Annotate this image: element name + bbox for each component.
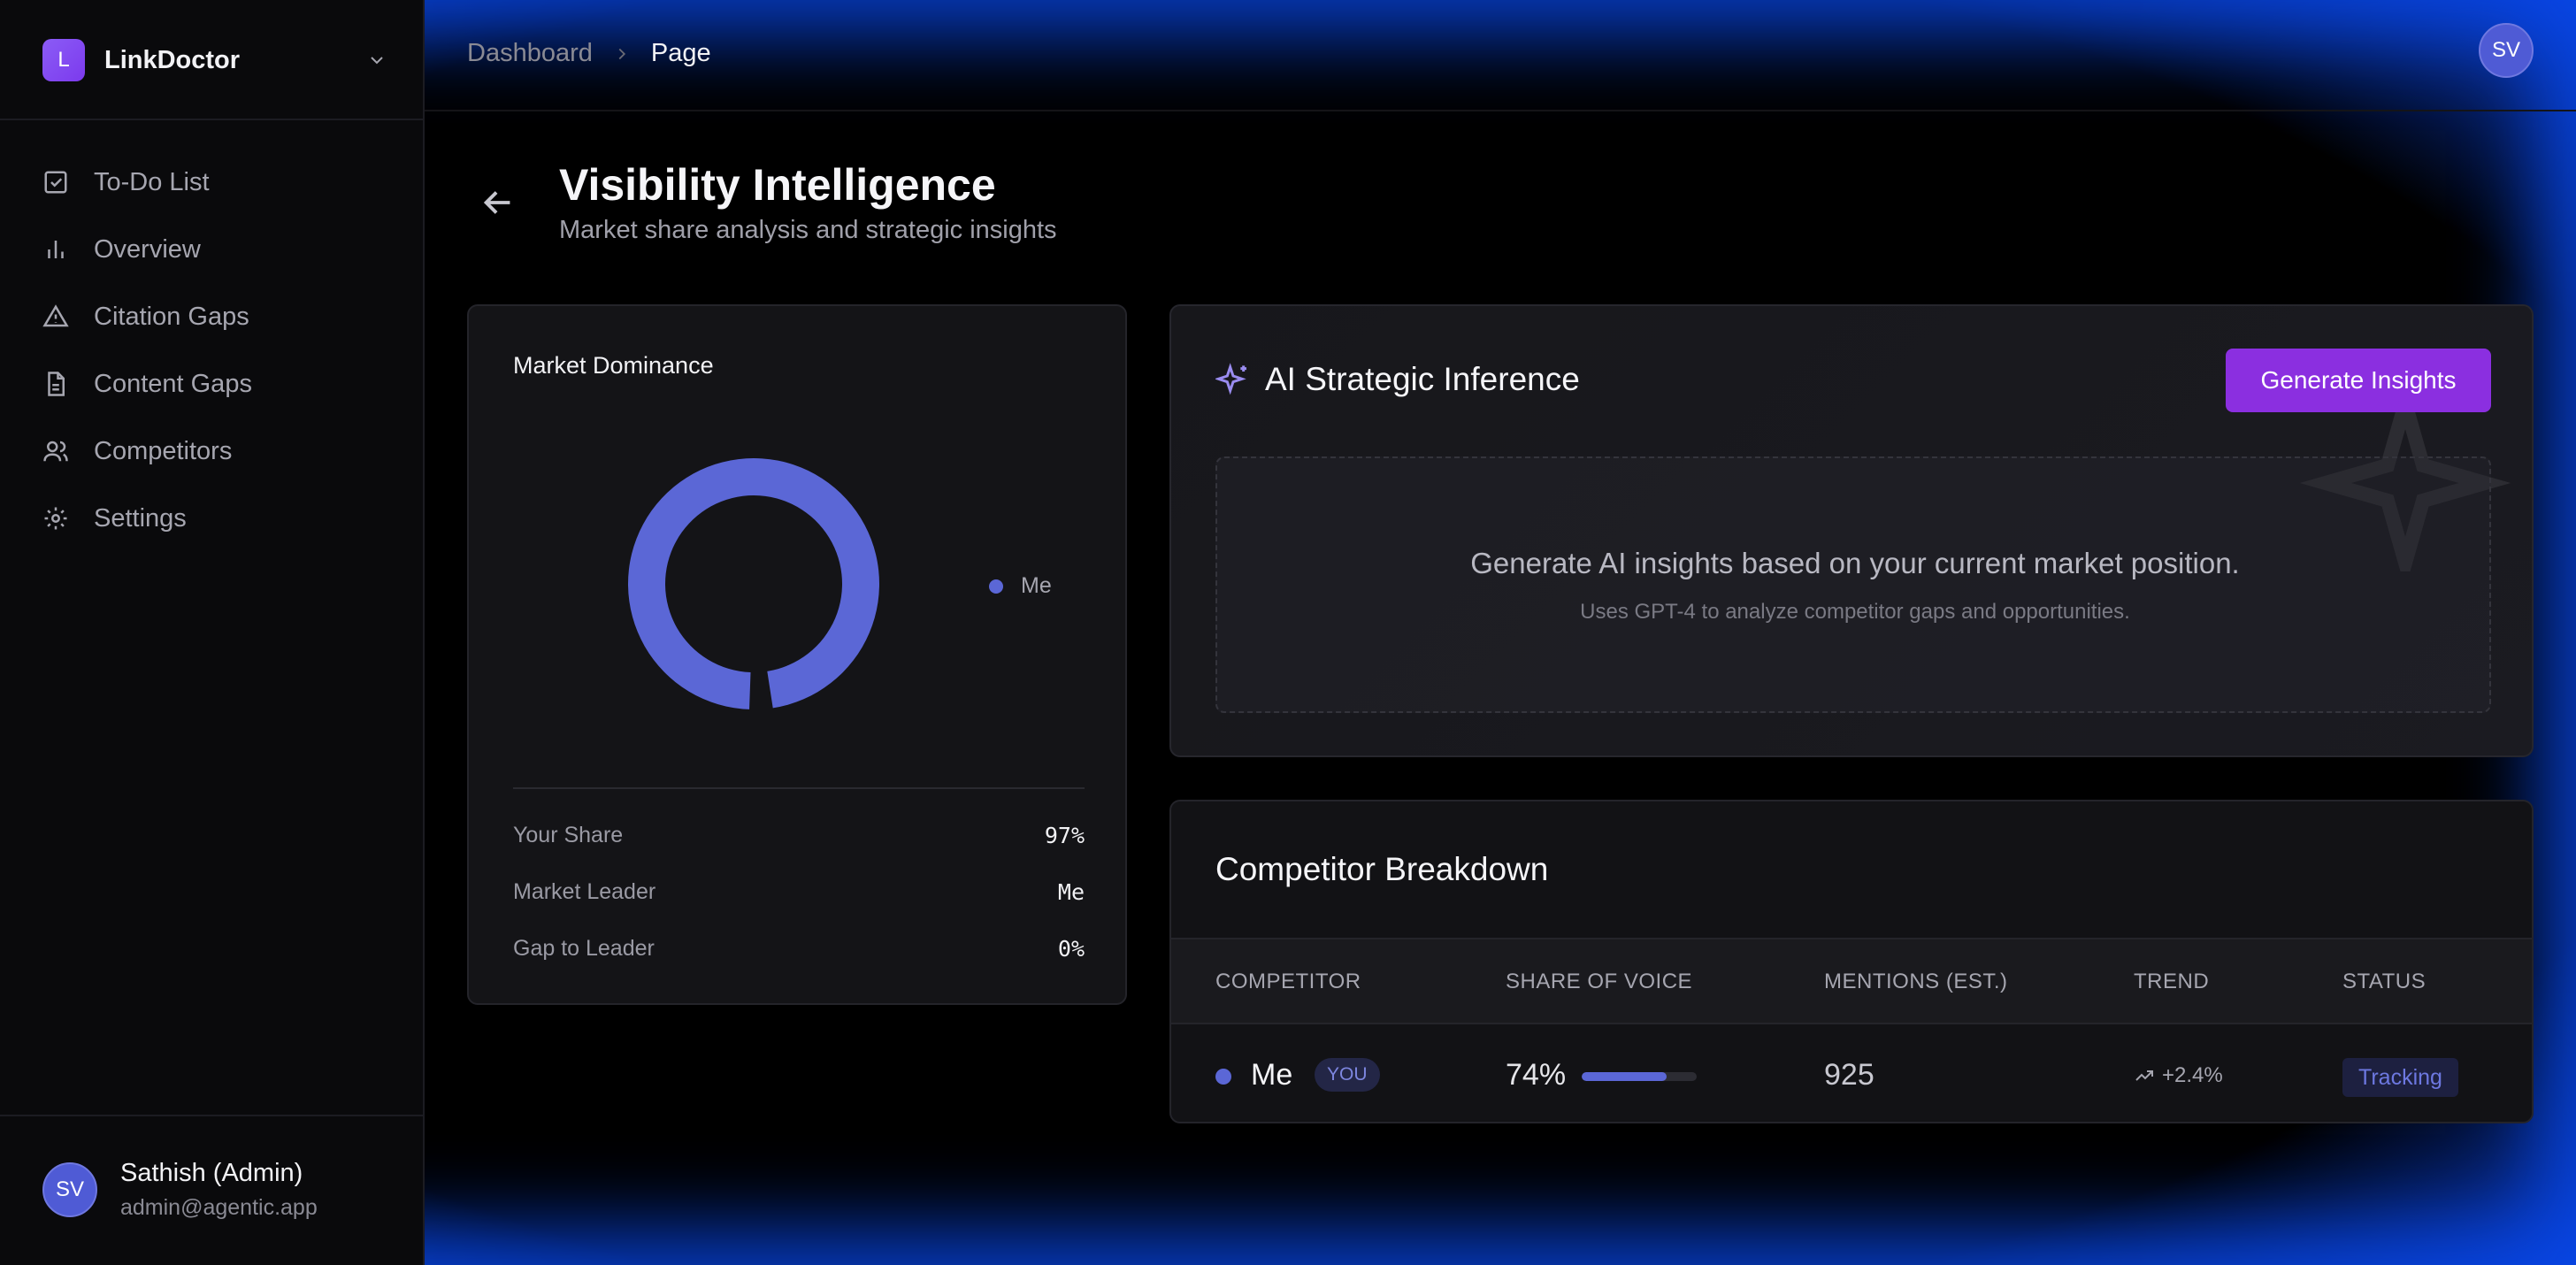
stat-label: Market Leader — [513, 879, 656, 904]
share-of-voice-fill — [1582, 1072, 1668, 1081]
sidebar-item-label: Citation Gaps — [94, 302, 249, 331]
stat-value: 0% — [1057, 936, 1085, 962]
card-divider — [513, 787, 1085, 789]
sidebar-item-label: Content Gaps — [94, 369, 252, 398]
generate-insights-button[interactable]: Generate Insights — [2226, 349, 2491, 412]
column-header-trend: TREND — [2134, 970, 2210, 993]
column-header-share-of-voice: SHARE OF VOICE — [1506, 970, 1693, 993]
share-of-voice-bar — [1582, 1072, 1697, 1081]
checkbox-icon — [44, 171, 67, 194]
trend-value: +2.4% — [2134, 1063, 2223, 1088]
insights-empty-message: Generate AI insights based on your curre… — [1470, 547, 2240, 579]
gear-icon — [44, 507, 67, 530]
competitor-name: Me — [1251, 1058, 1293, 1092]
sidebar-item-citation-gaps[interactable]: Citation Gaps — [42, 283, 396, 350]
chart-legend: Me — [989, 573, 1052, 599]
sparkles-icon — [1215, 363, 1246, 395]
market-share-donut-chart — [628, 458, 879, 709]
topbar: Dashboard Page — [425, 0, 2576, 111]
sidebar-item-label: To-Do List — [94, 167, 210, 196]
column-header-status: STATUS — [2342, 970, 2426, 993]
status-badge: Tracking — [2342, 1058, 2458, 1097]
legend-swatch — [989, 579, 1003, 594]
app-window: L LinkDoctor To-Do List Overview Citatio… — [0, 0, 2576, 1265]
stat-label: Your Share — [513, 823, 624, 847]
breadcrumb-dashboard[interactable]: Dashboard — [467, 39, 593, 68]
you-badge: YOU — [1315, 1058, 1380, 1092]
insights-placeholder: Generate AI insights based on your curre… — [1215, 456, 2491, 713]
sidebar-item-label: Settings — [94, 503, 187, 533]
legend-label: Me — [1021, 573, 1052, 598]
sidebar-item-overview[interactable]: Overview — [42, 216, 396, 283]
user-email: admin@agentic.app — [120, 1195, 318, 1220]
trend-text: +2.4% — [2162, 1063, 2223, 1087]
trending-up-icon — [2135, 1070, 2153, 1081]
mentions-value: 925 — [1824, 1058, 1874, 1092]
brand-logo: L — [42, 39, 85, 81]
donut-slice-me — [628, 458, 879, 709]
page-title: Visibility Intelligence — [559, 160, 996, 210]
document-icon — [48, 372, 65, 396]
sidebar-divider — [0, 1115, 423, 1116]
user-profile[interactable]: SV Sathish (Admin) admin@agentic.app — [42, 1159, 318, 1221]
column-header-competitor: COMPETITOR — [1215, 970, 1361, 993]
brand-name: LinkDoctor — [104, 45, 241, 74]
sidebar-item-content-gaps[interactable]: Content Gaps — [42, 350, 396, 418]
card-title: Market Dominance — [513, 352, 714, 379]
competitor-breakdown-card: Competitor Breakdown COMPETITOR SHARE OF… — [1169, 800, 2534, 1123]
column-header-mentions: MENTIONS (EST.) — [1824, 970, 2008, 993]
sidebar-item-settings[interactable]: Settings — [42, 485, 396, 552]
competitor-color-dot — [1215, 1069, 1231, 1085]
sidebar-item-label: Overview — [94, 234, 201, 264]
warning-icon — [42, 304, 69, 327]
sidebar-item-label: Competitors — [94, 436, 233, 465]
insights-note: Uses GPT-4 to analyze competitor gaps an… — [1580, 600, 2130, 624]
card-title: AI Strategic Inference — [1265, 361, 1580, 397]
stat-label: Gap to Leader — [513, 936, 655, 961]
table-row[interactable]: Me YOU 74% 925 +2.4% Tracking — [1171, 1024, 2532, 1122]
sidebar-divider — [0, 119, 423, 120]
sidebar: L LinkDoctor To-Do List Overview Citatio… — [0, 0, 425, 1265]
sidebar-item-competitors[interactable]: Competitors — [42, 418, 396, 485]
page-subtitle: Market share analysis and strategic insi… — [559, 216, 1057, 244]
stat-market-leader: Market Leader Me — [513, 879, 1085, 905]
table-header: COMPETITOR SHARE OF VOICE MENTIONS (EST.… — [1171, 938, 2532, 1024]
stat-your-share: Your Share 97% — [513, 823, 1085, 848]
card-title: Competitor Breakdown — [1215, 851, 1549, 887]
stat-gap-to-leader: Gap to Leader 0% — [513, 936, 1085, 962]
account-avatar[interactable]: SV — [2479, 23, 2534, 78]
share-of-voice-value: 74% — [1506, 1058, 1567, 1092]
bar-chart-icon — [48, 241, 64, 258]
sidebar-item-todo-list[interactable]: To-Do List — [42, 149, 396, 216]
sidebar-nav: To-Do List Overview Citation Gaps Conten… — [42, 149, 396, 552]
user-name: Sathish (Admin) — [120, 1159, 303, 1187]
stat-value: 97% — [1044, 823, 1085, 848]
market-dominance-card: Market Dominance Me Your Share 97% Marke… — [467, 304, 1127, 1005]
chevron-right-icon — [618, 48, 625, 59]
back-arrow-icon[interactable] — [478, 182, 518, 223]
users-icon — [43, 441, 68, 462]
avatar: SV — [42, 1162, 97, 1217]
chevron-down-icon — [371, 57, 383, 65]
ai-strategic-inference-card: AI Strategic Inference Generate Insights… — [1169, 304, 2534, 757]
breadcrumb-current: Page — [650, 39, 711, 67]
workspace-switcher[interactable]: L LinkDoctor — [42, 39, 387, 81]
stat-value: Me — [1057, 879, 1085, 905]
breadcrumb: Dashboard Page — [467, 39, 711, 68]
